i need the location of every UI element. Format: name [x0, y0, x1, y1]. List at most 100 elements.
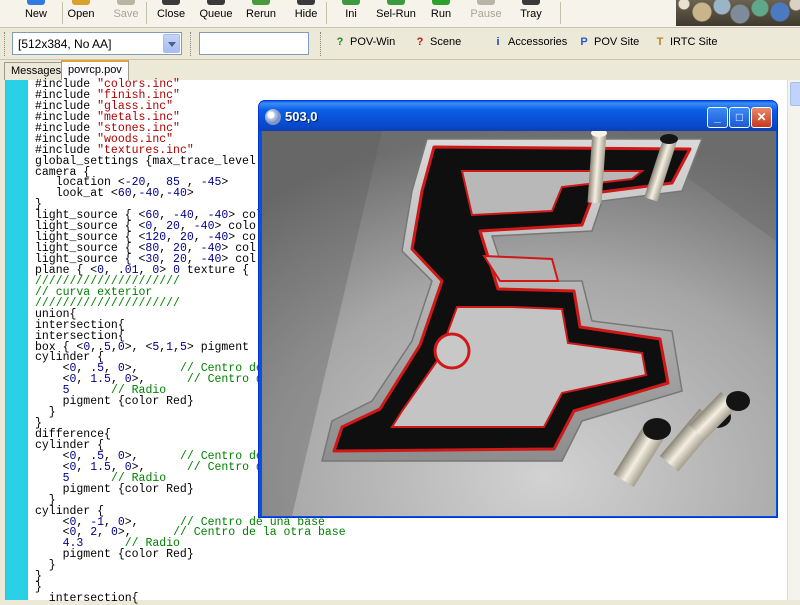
toolbar-button-label: Hide	[294, 8, 318, 20]
render-window-titlebar[interactable]: 503,0 _ □ ✕	[259, 101, 777, 131]
tab-label: povrcp.pov	[68, 64, 122, 76]
open-button[interactable]: Open	[59, 0, 103, 26]
link-irtc-site[interactable]: T IRTC Site	[654, 36, 718, 52]
toolbar-grip[interactable]	[4, 32, 7, 56]
tab-povrcp-pov[interactable]: povrcp.pov	[61, 60, 129, 80]
main-toolbar: New Open Save Close Queue Rerun Hide Ini Sel-Run…	[0, 0, 800, 28]
code-token: 5	[179, 340, 187, 354]
close-button[interactable]: ✕	[751, 107, 772, 128]
render-window: 503,0 _ □ ✕	[258, 100, 778, 518]
tray-button[interactable]: Tray	[509, 0, 553, 26]
render-window-title: 503,0	[285, 109, 318, 124]
run-icon	[432, 0, 450, 5]
link-pov-win[interactable]: ? POV-Win	[334, 36, 396, 52]
code-token: look_at <	[35, 187, 118, 201]
rerun-icon	[252, 0, 270, 5]
code-line: }	[35, 560, 795, 572]
code-token: ,	[110, 340, 118, 354]
rerun-button[interactable]: Rerun	[239, 0, 283, 26]
open-icon	[72, 0, 90, 5]
link-pov-site[interactable]: P POV Site	[578, 36, 639, 52]
code-token: // Centro d	[186, 460, 263, 474]
search-input[interactable]	[199, 32, 309, 55]
close-button[interactable]: Close	[149, 0, 193, 26]
resolution-select[interactable]: [512x384, No AA]	[12, 32, 182, 55]
toolbar-separator	[560, 2, 561, 24]
code-token: // Centro d	[186, 373, 263, 387]
secondary-toolbar: [512x384, No AA] ? POV-Win? Scene i Accessor…	[0, 28, 800, 60]
site-icon: T	[656, 36, 664, 48]
tab-label: Messages	[11, 65, 62, 77]
link-scene[interactable]: ? Scene	[414, 36, 462, 52]
resolution-select-value: [512x384, No AA]	[18, 37, 112, 51]
code-token: 0	[117, 340, 125, 354]
sel-run-icon	[387, 0, 405, 5]
rendered-scene-image	[262, 131, 776, 516]
toolbar-button-label: Sel-Run	[376, 8, 416, 20]
document-tabs: Messages povrcp.pov	[0, 60, 800, 80]
code-token: >, <	[124, 340, 153, 354]
code-token: -45	[200, 176, 222, 190]
toolbar-button-label: Save	[113, 8, 139, 20]
minimize-icon: _	[714, 110, 721, 124]
save-icon	[117, 0, 135, 5]
vertical-scrollbar[interactable]	[787, 80, 800, 600]
code-line: pigment {color Red}	[35, 548, 795, 562]
toolbar-button-label: Pause	[470, 8, 502, 20]
editor-margin-bar	[6, 80, 30, 600]
code-token: // Centro de la otra base	[173, 526, 346, 540]
queue-icon	[207, 0, 225, 5]
hide-button[interactable]: Hide	[284, 0, 328, 26]
new-button[interactable]: New	[14, 0, 58, 26]
code-token: -40	[166, 187, 187, 201]
toolbar-button-label: Open	[67, 8, 95, 20]
toolbar-separator	[146, 2, 147, 24]
maximize-button[interactable]: □	[729, 107, 750, 128]
close-icon: ✕	[756, 110, 767, 124]
render-canvas	[262, 131, 776, 516]
code-token: intersection{	[35, 592, 139, 605]
toolbar-separator	[62, 2, 63, 24]
new-icon	[27, 0, 45, 5]
ini-button[interactable]: Ini	[329, 0, 373, 26]
tray-icon	[522, 0, 540, 5]
link-accessories[interactable]: i Accessories	[492, 36, 567, 52]
queue-button[interactable]: Queue	[194, 0, 238, 26]
toolbar-button-label: Run	[430, 8, 452, 20]
code-token: ,	[131, 187, 139, 201]
toolbar-button-label: Tray	[520, 8, 542, 20]
minimize-button[interactable]: _	[707, 107, 728, 128]
scrollbar-thumb[interactable]	[790, 82, 800, 106]
code-token: >	[186, 187, 194, 201]
toolbar-button-label: Close	[156, 8, 186, 20]
code-token: >	[221, 176, 229, 190]
sel-run-button[interactable]: Sel-Run	[374, 0, 418, 26]
info-icon: i	[496, 36, 500, 48]
code-line: }	[35, 582, 795, 594]
chevron-down-icon[interactable]	[163, 34, 180, 53]
link-label: POV-Win	[350, 36, 396, 48]
code-token: 60	[117, 187, 132, 201]
toolbar-button-label: New	[24, 8, 47, 20]
code-token: texture {	[180, 263, 250, 277]
code-token: > pigment	[186, 340, 250, 354]
code-token: 5	[104, 340, 111, 354]
toolbar-grip[interactable]	[190, 32, 193, 56]
ini-icon	[342, 0, 360, 5]
code-line: }	[35, 571, 795, 583]
maximize-icon: □	[735, 110, 744, 124]
code-token: pigment {color Red}	[35, 482, 194, 496]
toolbar-button-label: Rerun	[246, 8, 276, 20]
help-icon: ?	[416, 36, 424, 48]
toolbar-separator	[326, 2, 327, 24]
help-icon: ?	[336, 36, 344, 48]
code-token: ,	[173, 340, 180, 354]
code-token: pigment {color Red}	[35, 548, 194, 562]
link-label: Accessories	[508, 36, 568, 48]
link-label: Scene	[430, 36, 462, 48]
povray-logo-image	[676, 0, 800, 26]
save-button: Save	[104, 0, 148, 26]
run-button[interactable]: Run	[419, 0, 463, 26]
toolbar-grip[interactable]	[320, 32, 323, 56]
code-token: pigment {color Red}	[35, 395, 194, 409]
